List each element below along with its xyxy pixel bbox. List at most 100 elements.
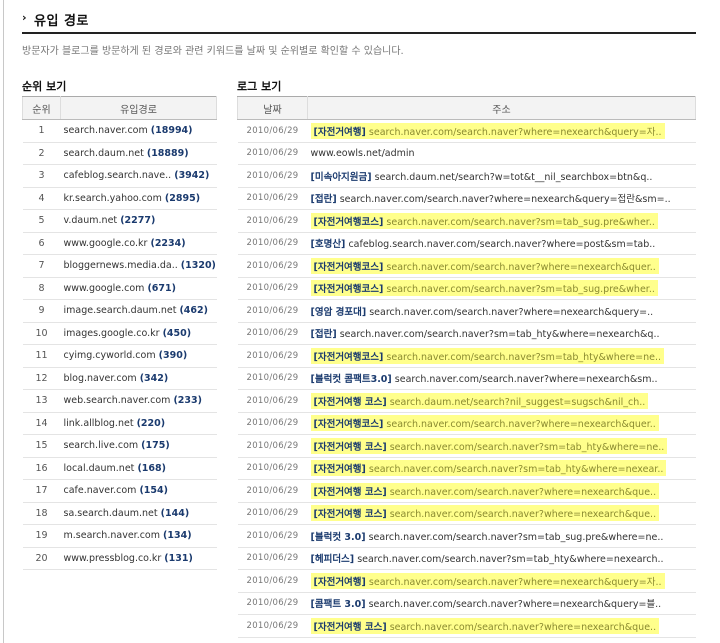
- date-column-header[interactable]: 날짜: [237, 96, 308, 120]
- referrer-url-link[interactable]: search.naver.com/search.naver?where=nexe…: [390, 487, 656, 498]
- address-cell[interactable]: [미속아지원금] search.daum.net/search?w=tot&t_…: [307, 164, 696, 188]
- source-cell[interactable]: www.pressblog.co.kr (131): [60, 547, 217, 570]
- referrer-url-link[interactable]: search.naver.com/search.naver?where=nexe…: [395, 374, 658, 385]
- address-cell[interactable]: [영암 경포대] search.naver.com/search.naver?w…: [307, 299, 696, 323]
- address-cell[interactable]: [자전거여행코스] search.naver.com/search.naver?…: [307, 344, 696, 368]
- source-cell[interactable]: image.search.daum.net (462): [60, 299, 217, 323]
- referrer-url-link[interactable]: search.naver.com/search.naver?where=nexe…: [390, 509, 656, 520]
- address-cell[interactable]: [자전거여행 코스] search.naver.com/search.naver…: [307, 614, 696, 638]
- source-link[interactable]: www.google.com: [64, 283, 145, 294]
- source-link[interactable]: cafe.naver.com: [64, 485, 137, 496]
- rank-number: 10: [22, 322, 61, 345]
- source-link[interactable]: cafeblog.search.nave..: [64, 170, 172, 181]
- search-keyword: [접란]: [310, 194, 337, 206]
- source-cell[interactable]: cyimg.cyworld.com (390): [60, 344, 217, 368]
- referrer-url-link[interactable]: search.naver.com/search.naver?where=nexe…: [386, 419, 655, 430]
- source-cell[interactable]: v.daum.net (2277): [60, 209, 217, 233]
- source-column-header[interactable]: 유입경로: [60, 96, 217, 120]
- address-cell[interactable]: www.eowls.net/admin: [307, 142, 696, 165]
- referrer-url-link[interactable]: cafeblog.search.naver.com/search.naver?w…: [348, 239, 655, 250]
- source-cell[interactable]: search.daum.net (18889): [60, 142, 217, 165]
- referrer-url-link[interactable]: search.naver.com/search.naver?sm=tab_hty…: [369, 464, 663, 475]
- address-cell[interactable]: [자전거여행 코스] search.naver.com/search.naver…: [307, 502, 696, 525]
- source-link[interactable]: search.naver.com: [64, 125, 148, 136]
- referrer-url-link[interactable]: search.naver.com/search.naver?sm=tab_hty…: [386, 352, 661, 363]
- referrer-url-link[interactable]: search.naver.com/search.naver?sm=tab_sug…: [386, 217, 654, 228]
- log-date: 2010/06/29: [237, 277, 308, 300]
- source-cell[interactable]: sa.search.daum.net (144): [60, 502, 217, 525]
- source-cell[interactable]: blog.naver.com (342): [60, 367, 217, 390]
- visit-count: (390): [158, 350, 188, 362]
- address-cell[interactable]: [자전거여행] search.naver.com/search.naver?wh…: [307, 569, 696, 593]
- source-cell[interactable]: local.daum.net (168): [60, 457, 217, 480]
- source-cell[interactable]: images.google.co.kr (450): [60, 322, 217, 345]
- source-link[interactable]: image.search.daum.net: [64, 305, 177, 316]
- source-cell[interactable]: www.google.com (671): [60, 277, 217, 300]
- search-keyword: [자전거여행코스]: [313, 419, 384, 431]
- referrer-url-link[interactable]: search.naver.com/search.naver?where=nexe…: [369, 577, 662, 588]
- source-link[interactable]: www.pressblog.co.kr: [64, 553, 162, 564]
- address-cell[interactable]: [자전거여행코스] search.naver.com/search.naver?…: [307, 277, 696, 300]
- referrer-url-link[interactable]: search.naver.com/search.naver?where=nexe…: [386, 262, 655, 273]
- referrer-url-link[interactable]: search.naver.com/search.naver?where=nexe…: [369, 307, 653, 318]
- page-description: 방문자가 블로그를 방문하게 된 경로와 관련 키워드를 날짜 및 순위별로 확…: [22, 46, 404, 57]
- source-link[interactable]: m.search.naver.com: [64, 530, 161, 541]
- source-cell[interactable]: web.search.naver.com (233): [60, 389, 217, 413]
- referrer-url-link[interactable]: search.naver.com/search.naver?where=nexe…: [340, 194, 671, 205]
- referrer-url-link[interactable]: search.naver.com/search.naver?sm=tab_hty…: [390, 442, 665, 453]
- referrer-url-link[interactable]: search.naver.com/search.naver?sm=tab_sug…: [369, 532, 664, 543]
- address-column-header[interactable]: 주소: [307, 96, 696, 120]
- address-cell[interactable]: [호명산] cafeblog.search.naver.com/search.n…: [307, 232, 696, 255]
- referrer-url-link[interactable]: www.eowls.net/admin: [311, 148, 415, 159]
- referrer-url-link[interactable]: search.daum.net/search?nil_suggest=sugsc…: [390, 397, 646, 408]
- referrer-url-link[interactable]: search.naver.com/search.naver?where=nexe…: [369, 127, 662, 138]
- address-cell[interactable]: [자전거여행] search.naver.com/search.naver?wh…: [307, 119, 696, 143]
- rank-column-header[interactable]: 순위: [22, 96, 61, 120]
- referrer-url-link[interactable]: search.naver.com/search.naver?sm=tab_hty…: [340, 329, 660, 340]
- log-row: 2010/06/29 [자전거여행코스] search.naver.com/sea…: [237, 277, 696, 300]
- source-link[interactable]: web.search.naver.com: [64, 395, 171, 406]
- source-cell[interactable]: link.allblog.net (220): [60, 412, 217, 435]
- source-link[interactable]: images.google.co.kr: [64, 328, 160, 339]
- referrer-url-link[interactable]: search.daum.net/search?w=tot&t__nil_sear…: [375, 172, 653, 183]
- source-link[interactable]: link.allblog.net: [64, 418, 134, 429]
- address-cell[interactable]: [자전거여행코스] search.naver.com/search.naver?…: [307, 254, 696, 278]
- address-cell[interactable]: [접란] search.naver.com/search.naver?where…: [307, 187, 696, 210]
- visit-count: (462): [179, 305, 208, 317]
- referrer-url-link[interactable]: search.naver.com/search.naver?where=nexe…: [390, 622, 656, 633]
- source-cell[interactable]: cafe.naver.com (154): [60, 479, 217, 503]
- source-link[interactable]: v.daum.net: [64, 215, 118, 226]
- source-link[interactable]: cyimg.cyworld.com: [64, 350, 156, 361]
- address-cell[interactable]: [접란] search.naver.com/search.naver?sm=ta…: [307, 322, 696, 345]
- source-cell[interactable]: kr.search.yahoo.com (2895): [60, 187, 217, 210]
- referrer-url-link[interactable]: search.naver.com/search.naver?sm=tab_hty…: [357, 554, 663, 565]
- source-cell[interactable]: www.google.co.kr (2234): [60, 232, 217, 255]
- source-link[interactable]: kr.search.yahoo.com: [64, 193, 162, 204]
- search-keyword: [자전거여행]: [313, 464, 366, 476]
- source-link[interactable]: blog.naver.com: [64, 373, 137, 384]
- source-cell[interactable]: search.live.com (175): [60, 434, 217, 458]
- source-link[interactable]: search.daum.net: [64, 148, 144, 159]
- address-cell[interactable]: [자전거여행 코스] search.naver.com/search.naver…: [307, 434, 696, 458]
- log-date: 2010/06/29: [237, 142, 308, 165]
- address-cell[interactable]: [자전거여행코스] search.naver.com/search.naver?…: [307, 209, 696, 233]
- referrer-url-link[interactable]: search.naver.com/search.naver?where=nexe…: [369, 599, 662, 610]
- source-link[interactable]: sa.search.daum.net: [64, 508, 158, 519]
- source-link[interactable]: local.daum.net: [64, 463, 135, 474]
- source-link[interactable]: www.google.co.kr: [64, 238, 148, 249]
- address-cell[interactable]: [블럭컷 콤팩트3.0] search.naver.com/search.nav…: [307, 367, 696, 390]
- source-cell[interactable]: bloggernews.media.da.. (1320): [60, 254, 217, 278]
- address-cell[interactable]: [헤피더스] search.naver.com/search.naver?sm=…: [307, 547, 696, 570]
- address-cell[interactable]: [자전거여행코스] search.naver.com/search.naver?…: [307, 412, 696, 435]
- address-cell[interactable]: [콤팩트 3.0] search.naver.com/search.naver?…: [307, 592, 696, 615]
- source-link[interactable]: bloggernews.media.da..: [64, 260, 178, 271]
- source-cell[interactable]: cafeblog.search.nave.. (3942): [60, 164, 217, 188]
- source-cell[interactable]: m.search.naver.com (134): [60, 524, 217, 548]
- address-cell[interactable]: [블럭컷 3.0] search.naver.com/search.naver?…: [307, 524, 696, 548]
- address-cell[interactable]: [자전거여행 코스] search.naver.com/search.naver…: [307, 479, 696, 503]
- referrer-url-link[interactable]: search.naver.com/search.naver?sm=tab_sug…: [386, 284, 654, 295]
- source-link[interactable]: search.live.com: [64, 440, 139, 451]
- source-cell[interactable]: search.naver.com (18994): [60, 119, 217, 143]
- address-cell[interactable]: [자전거여행 코스] search.daum.net/search?nil_su…: [307, 389, 696, 413]
- address-cell[interactable]: [자전거여행] search.naver.com/search.naver?sm…: [307, 457, 696, 480]
